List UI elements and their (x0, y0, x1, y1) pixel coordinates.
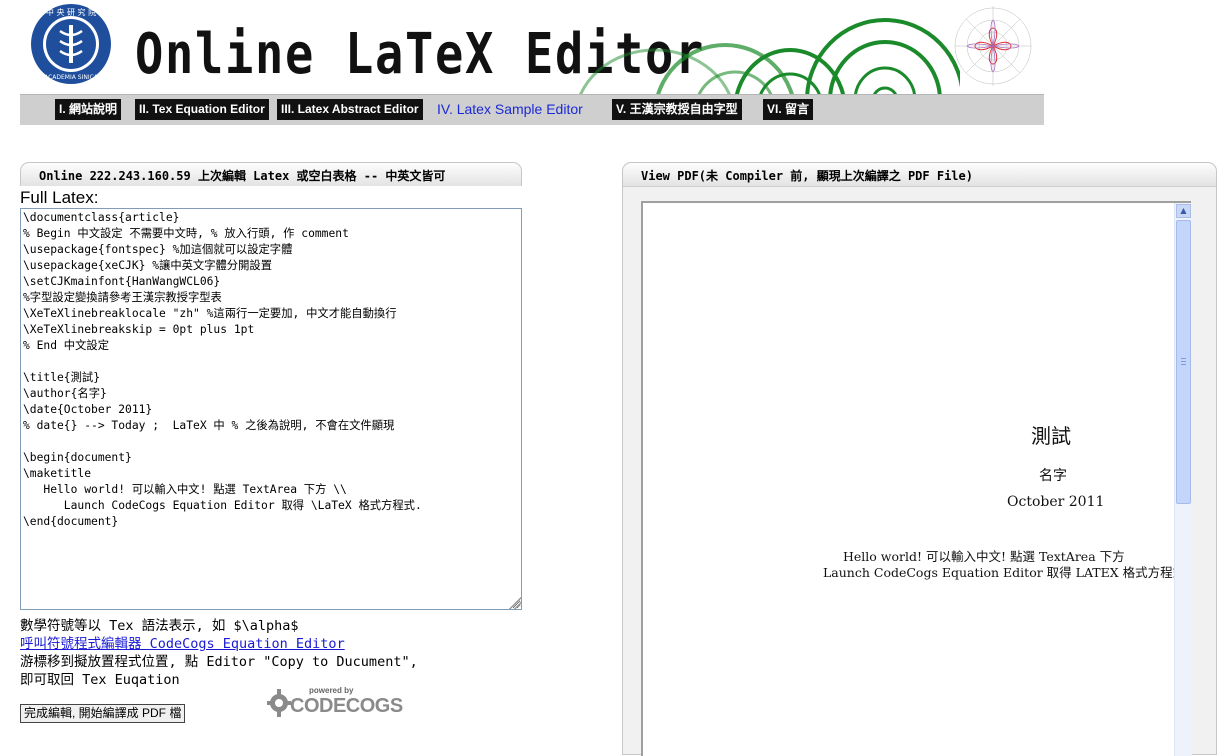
compile-pdf-button[interactable]: 完成編輯, 開始編譯成 PDF 檔 (20, 704, 186, 723)
pdf-viewer-header: View PDF(未 Compiler 前, 顯現上次編譯之 PDF File) (623, 163, 1216, 187)
polar-rose-figure-icon (954, 6, 1032, 86)
nav-item-tex-equation-editor[interactable]: II. Tex Equation Editor (135, 99, 269, 120)
full-latex-label: Full Latex: (20, 188, 99, 207)
pdf-document-date: October 2011 (1007, 494, 1105, 510)
svg-text:ACADEMIA SINICA: ACADEMIA SINICA (44, 74, 99, 81)
codecogs-editor-link[interactable]: 呼叫符號程式編輯器 CodeCogs Equation Editor (20, 632, 345, 652)
scrollbar-thumb[interactable] (1176, 220, 1191, 504)
pdf-document-title: 測試 (1031, 424, 1071, 448)
editor-panel-header: Online 222.243.160.59 上次編輯 Latex 或空白表格 -… (20, 162, 522, 186)
nav-item-latex-abstract-editor[interactable]: III. Latex Abstract Editor (277, 99, 423, 120)
help-text-retrieve-equation: 即可取回 Tex Euqation (20, 672, 180, 688)
svg-text:中 央 研 究 院: 中 央 研 究 院 (46, 7, 96, 17)
pdf-document-body-line: Launch CodeCogs Equation Editor 取得 LATEX… (823, 565, 1190, 580)
nav-item-free-fonts[interactable]: V. 王漢宗教授自由字型 (612, 99, 742, 120)
pdf-document-author: 名字 (1039, 468, 1067, 484)
nav-item-site-info[interactable]: I. 網站說明 (55, 99, 122, 120)
nav-item-guestbook[interactable]: VI. 留言 (763, 99, 814, 120)
gear-icon (267, 689, 291, 717)
editor-panel: Online 222.243.160.59 上次編輯 Latex 或空白表格 -… (20, 162, 522, 755)
pdf-viewer-panel: View PDF(未 Compiler 前, 顯現上次編譯之 PDF File)… (622, 162, 1217, 756)
scrollbar-grip-icon (1181, 358, 1186, 366)
pdf-vertical-scrollbar[interactable]: ▲ (1174, 203, 1192, 756)
codecogs-powered-by-label: powered by (309, 686, 354, 695)
help-text-math-syntax: 數學符號等以 Tex 語法表示, 如 $\alpha$ (20, 618, 299, 634)
scroll-up-arrow-icon[interactable]: ▲ (1176, 204, 1191, 218)
academia-sinica-logo-icon[interactable]: 中 央 研 究 院 ACADEMIA SINICA (30, 3, 112, 85)
pdf-document-frame[interactable]: 測試 名字 October 2011 Hello world! 可以輸入中文! … (641, 201, 1192, 756)
codecogs-wordmark: CODECOGS (290, 695, 403, 717)
help-text-copy-to-document: 游標移到擬放置程式位置, 點 Editor "Copy to Ducument"… (20, 654, 418, 670)
site-header: 中 央 研 究 院 ACADEMIA SINICA Online LaTeX E… (0, 0, 1227, 95)
nav-item-latex-sample-editor[interactable]: IV. Latex Sample Editor (433, 99, 587, 120)
main-nav: I. 網站說明 II. Tex Equation Editor III. Lat… (20, 94, 1044, 125)
decorative-circles-icon (578, 18, 960, 95)
codecogs-logo[interactable]: powered by CODECOGS (266, 684, 403, 722)
textarea-resize-handle[interactable] (509, 597, 521, 609)
latex-source-textarea[interactable]: \documentclass{article} % Begin 中文設定 不需要… (20, 208, 522, 610)
